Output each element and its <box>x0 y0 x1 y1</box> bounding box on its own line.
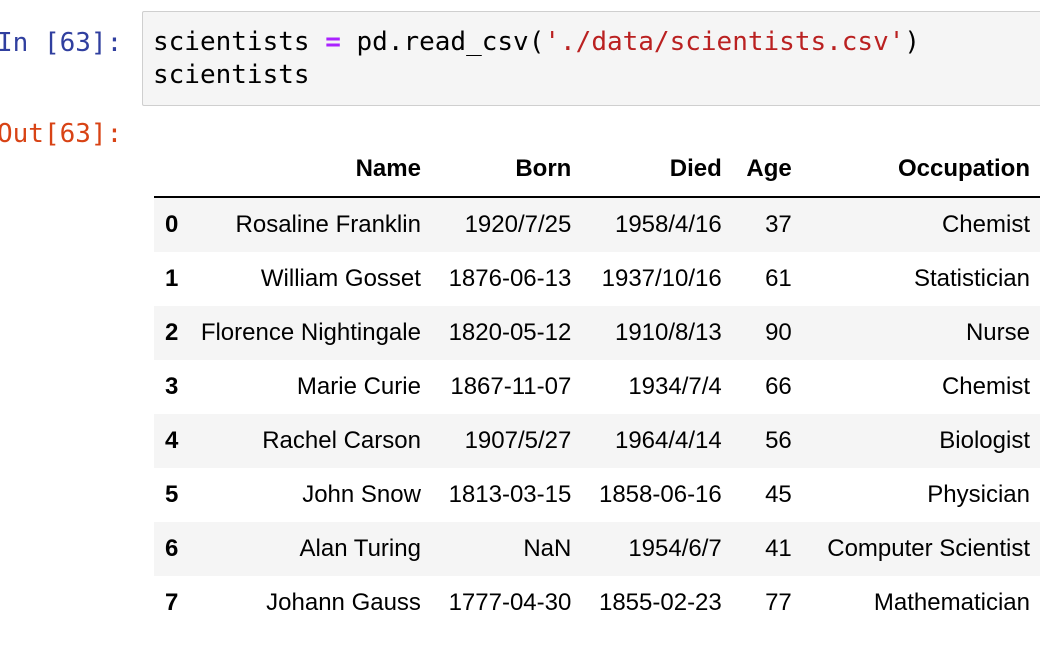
row-index: 3 <box>165 373 179 400</box>
cell-occupation: Chemist <box>941 373 1030 400</box>
cell-age: 77 <box>765 589 792 616</box>
code-operator: = <box>325 27 341 57</box>
cell-name: Marie Curie <box>296 373 421 400</box>
table-row: 7 Johann Gauss 1777-04-30 1855-02-23 77 … <box>154 576 1040 630</box>
table-header-row: Name Born Died Age Occupation <box>154 142 1040 198</box>
cell-name: John Snow <box>302 481 421 508</box>
cell-occupation: Physician <box>927 481 1030 508</box>
table-row: 4 Rachel Carson 1907/5/27 1964/4/14 56 B… <box>154 414 1040 468</box>
column-header-name: Name <box>200 142 431 198</box>
cell-born: 1777-04-30 <box>448 589 572 616</box>
cell-age: 66 <box>765 373 792 400</box>
cell-name: Alan Turing <box>299 535 421 562</box>
cell-died: 1858-06-16 <box>598 481 722 508</box>
row-index: 6 <box>165 535 179 562</box>
index-header <box>154 142 201 198</box>
cell-name: Rachel Carson <box>262 427 421 454</box>
cell-name: William Gosset <box>260 265 421 292</box>
cell-born: 1820-05-12 <box>448 319 572 346</box>
cell-age: 41 <box>765 535 792 562</box>
cell-died: 1964/4/14 <box>614 427 722 454</box>
code-editor[interactable]: scientists = pd.read_csv('./data/scienti… <box>153 26 920 92</box>
column-header-died: Died <box>581 142 732 198</box>
cell-age: 61 <box>765 265 792 292</box>
cell-born: 1813-03-15 <box>448 481 572 508</box>
table-row: 5 John Snow 1813-03-15 1858-06-16 45 Phy… <box>154 468 1040 522</box>
table-row: 1 William Gosset 1876-06-13 1937/10/16 6… <box>154 252 1040 306</box>
cell-name: Rosaline Franklin <box>235 211 421 238</box>
code-call: pd.read_csv( <box>356 27 545 57</box>
table-row: 2 Florence Nightingale 1820-05-12 1910/8… <box>154 306 1040 360</box>
row-index: 1 <box>165 265 179 292</box>
cell-occupation: Chemist <box>941 211 1030 238</box>
output-prompt: Out[63]: <box>0 119 123 149</box>
row-index: 5 <box>165 481 179 508</box>
input-prompt: In [63]: <box>0 28 123 58</box>
cell-died: 1934/7/4 <box>628 373 722 400</box>
table-row: 3 Marie Curie 1867-11-07 1934/7/4 66 Che… <box>154 360 1040 414</box>
table-row: 6 Alan Turing NaN 1954/6/7 41 Computer S… <box>154 522 1040 576</box>
column-header-age: Age <box>731 142 802 198</box>
cell-occupation: Nurse <box>965 319 1030 346</box>
table-row: 0 Rosaline Franklin 1920/7/25 1958/4/16 … <box>154 197 1040 252</box>
cell-age: 37 <box>765 211 792 238</box>
cell-name: Johann Gauss <box>266 589 421 616</box>
code-variable: scientists <box>153 27 310 57</box>
column-header-born: Born <box>430 142 582 198</box>
cell-died: 1937/10/16 <box>601 265 722 292</box>
cell-died: 1954/6/7 <box>628 535 722 562</box>
cell-died: 1855-02-23 <box>598 589 722 616</box>
cell-occupation: Biologist <box>939 427 1030 454</box>
cell-age: 56 <box>765 427 792 454</box>
code-line-2: scientists <box>153 60 310 90</box>
cell-name: Florence Nightingale <box>200 319 421 346</box>
cell-age: 90 <box>765 319 792 346</box>
row-index: 0 <box>165 211 179 238</box>
cell-died: 1910/8/13 <box>614 319 722 346</box>
code-string: './data/scientists.csv' <box>544 27 905 57</box>
code-close-paren: ) <box>904 27 921 57</box>
row-index: 7 <box>165 589 179 616</box>
cell-died: 1958/4/16 <box>614 211 722 238</box>
column-header-occupation: Occupation <box>801 142 1040 198</box>
cell-occupation: Statistician <box>913 265 1030 292</box>
cell-born: 1907/5/27 <box>464 427 572 454</box>
cell-occupation: Computer Scientist <box>827 535 1030 562</box>
row-index: 2 <box>165 319 179 346</box>
cell-born: NaN <box>523 535 572 562</box>
code-input-cell[interactable]: scientists = pd.read_csv('./data/scienti… <box>142 11 1040 106</box>
cell-born: 1867-11-07 <box>450 373 572 400</box>
row-index: 4 <box>165 427 179 454</box>
cell-occupation: Mathematician <box>873 589 1030 616</box>
cell-born: 1920/7/25 <box>464 211 572 238</box>
cell-born: 1876-06-13 <box>448 265 572 292</box>
cell-age: 45 <box>765 481 792 508</box>
dataframe-table: Name Born Died Age Occupation 0 Rosaline… <box>154 142 1040 630</box>
